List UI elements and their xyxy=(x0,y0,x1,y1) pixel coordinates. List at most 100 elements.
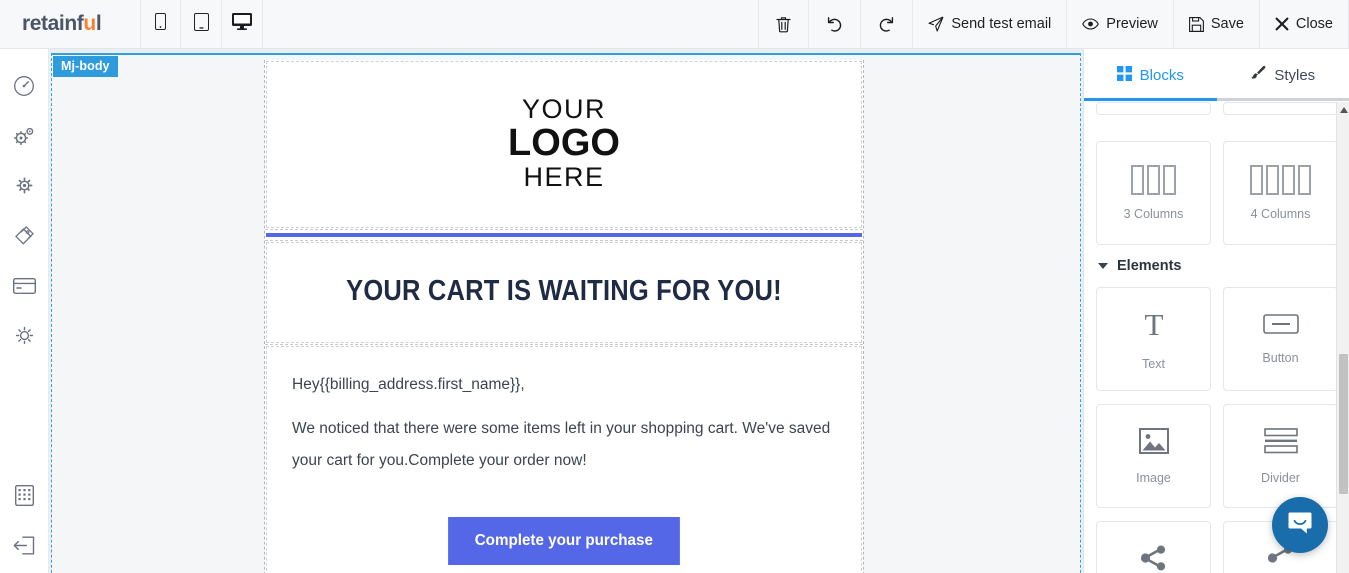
email-canvas[interactable]: Mj-body YOUR LOGO HERE YOUR CART IS WAIT… xyxy=(49,49,1083,573)
logo-image-block[interactable]: YOUR LOGO HERE xyxy=(267,62,861,227)
sidebar-item-apps[interactable] xyxy=(0,473,48,523)
mj-body-selection[interactable]: Mj-body YOUR LOGO HERE YOUR CART IS WAIT… xyxy=(51,53,1081,573)
mj-body-badge[interactable]: Mj-body xyxy=(53,56,118,77)
block-item-1col[interactable] xyxy=(1096,102,1211,115)
divider-line xyxy=(266,233,862,237)
preview-label: Preview xyxy=(1106,16,1158,32)
redo-icon xyxy=(878,16,895,33)
heading-block[interactable]: YOUR CART IS WAITING FOR YOU! xyxy=(267,243,861,342)
body-paragraph: We noticed that there were some items le… xyxy=(292,420,831,469)
save-button[interactable]: Save xyxy=(1172,0,1259,48)
close-x-icon xyxy=(1275,17,1289,31)
logo-line-logo: LOGO xyxy=(508,122,620,164)
sidebar-item-coupons[interactable] xyxy=(0,213,48,263)
sidebar-item-automation[interactable] xyxy=(0,113,48,163)
automation-icon xyxy=(13,125,36,152)
elements-row-1: T Text Button xyxy=(1096,287,1338,391)
logo-section-inner[interactable]: YOUR LOGO HERE xyxy=(266,61,862,228)
cta-block[interactable]: Complete your purchase xyxy=(267,495,861,573)
elements-section-header[interactable]: Elements xyxy=(1098,258,1338,274)
elements-header-label: Elements xyxy=(1117,258,1182,274)
logo-section[interactable]: YOUR LOGO HERE xyxy=(265,60,863,230)
keypad-icon xyxy=(14,484,34,511)
text-t-icon: T xyxy=(1139,307,1169,345)
send-test-email-label: Send test email xyxy=(951,16,1052,32)
save-label: Save xyxy=(1210,16,1244,32)
credit-card-icon xyxy=(12,277,36,299)
app-logo[interactable]: retainf u l xyxy=(0,0,140,48)
element-item-group-social[interactable]: Group Social xyxy=(1096,521,1211,573)
undo-button[interactable] xyxy=(808,0,860,48)
email-document[interactable]: YOUR LOGO HERE YOUR CART IS WAITING FOR … xyxy=(264,60,864,573)
tab-styles[interactable]: Styles xyxy=(1217,49,1349,101)
element-label-button: Button xyxy=(1262,350,1299,365)
floppy-save-icon xyxy=(1188,16,1204,32)
block-label-3-columns: 3 Columns xyxy=(1123,207,1184,221)
send-test-email-button[interactable]: Send test email xyxy=(912,0,1066,48)
desktop-icon xyxy=(232,13,252,35)
top-toolbar: retainf u l Send test email Preview Save… xyxy=(0,0,1349,49)
preview-button[interactable]: Preview xyxy=(1066,0,1173,48)
tab-styles-label: Styles xyxy=(1274,66,1316,84)
settings-gear-icon xyxy=(14,175,35,201)
three-columns-icon xyxy=(1131,165,1176,195)
element-item-divider[interactable]: Divider xyxy=(1223,404,1338,508)
brand-text-accent: u xyxy=(83,12,96,35)
sidebar-item-billing[interactable] xyxy=(0,263,48,313)
content-section-inner[interactable]: Hey{{billing_address.first_name}}, We no… xyxy=(266,346,862,573)
scrollbar-thumb[interactable] xyxy=(1339,354,1348,494)
content-section[interactable]: Hey{{billing_address.first_name}}, We no… xyxy=(265,345,863,573)
element-item-image[interactable]: Image xyxy=(1096,404,1211,508)
sidebar-item-configuration[interactable] xyxy=(0,313,48,363)
divider-section[interactable] xyxy=(265,230,863,241)
heading-section-inner[interactable]: YOUR CART IS WAITING FOR YOU! xyxy=(266,242,862,343)
logout-icon xyxy=(13,536,35,560)
blocks-row-cut xyxy=(1096,102,1338,128)
redo-button[interactable] xyxy=(860,0,912,48)
tablet-view-button[interactable] xyxy=(181,0,222,48)
element-item-text[interactable]: T Text xyxy=(1096,287,1211,391)
blocks-row-columns: 3 Columns 4 Columns xyxy=(1096,141,1338,245)
tab-blocks-label: Blocks xyxy=(1139,66,1184,84)
image-icon xyxy=(1138,427,1169,459)
block-item-4-columns[interactable]: 4 Columns xyxy=(1223,141,1338,245)
element-item-button[interactable]: Button xyxy=(1223,287,1338,391)
block-item-3-columns[interactable]: 3 Columns xyxy=(1096,141,1211,245)
email-builder-app: retainf u l Send test email Preview Save… xyxy=(0,0,1349,573)
eye-icon xyxy=(1082,18,1100,30)
email-heading: YOUR CART IS WAITING FOR YOU! xyxy=(346,275,782,307)
body-text-block[interactable]: Hey{{billing_address.first_name}}, We no… xyxy=(267,347,861,495)
logo-line-your: YOUR xyxy=(521,94,606,124)
block-item-2col[interactable] xyxy=(1223,102,1338,115)
intercom-chat-launcher[interactable] xyxy=(1272,497,1328,553)
four-columns-icon xyxy=(1250,165,1311,195)
panel-scrollbar[interactable] xyxy=(1336,102,1349,573)
tab-blocks[interactable]: Blocks xyxy=(1084,49,1217,101)
scroll-up-button[interactable] xyxy=(1337,102,1349,117)
brand-text-main: retainf xyxy=(22,12,84,35)
close-button[interactable]: Close xyxy=(1258,0,1349,48)
logo-placeholder: YOUR LOGO HERE xyxy=(508,96,620,191)
mobile-view-button[interactable] xyxy=(140,0,181,48)
complete-purchase-button[interactable]: Complete your purchase xyxy=(448,517,680,565)
elements-row-2: Image Divider xyxy=(1096,404,1338,508)
chat-bubble-icon xyxy=(1286,509,1314,542)
mobile-icon xyxy=(155,13,166,35)
sidebar-item-dashboard[interactable] xyxy=(0,63,48,113)
sidebar-item-settings[interactable] xyxy=(0,163,48,213)
element-label-text: Text xyxy=(1142,356,1165,371)
svg-text:T: T xyxy=(1144,308,1163,340)
delete-button[interactable] xyxy=(758,0,808,48)
desktop-view-button[interactable] xyxy=(222,0,263,48)
greeting-text: Hey{{billing_address.first_name}}, xyxy=(292,376,525,393)
device-preview-group xyxy=(140,0,263,48)
toolbar-actions: Send test email Preview Save Close xyxy=(758,0,1349,48)
heading-section[interactable]: YOUR CART IS WAITING FOR YOU! xyxy=(265,241,863,345)
element-label-image: Image xyxy=(1136,470,1171,485)
sidebar-item-logout[interactable] xyxy=(0,523,48,573)
trash-icon xyxy=(776,16,791,33)
tablet-icon xyxy=(193,12,209,36)
right-panel: Blocks Styles 3 Columns 4 Columns Elemen… xyxy=(1083,49,1349,573)
